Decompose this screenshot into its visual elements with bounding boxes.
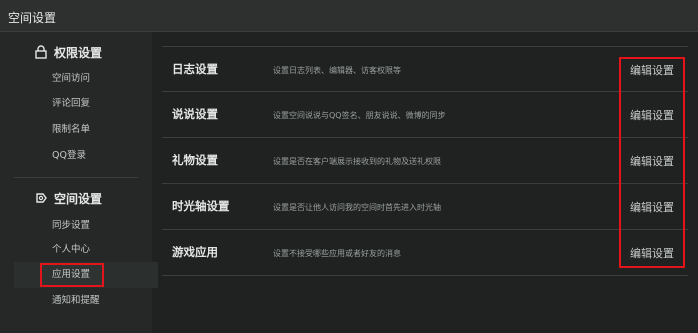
sidebar-item-space-access[interactable]: 空间访问 — [42, 69, 100, 89]
edit-settings-link[interactable]: 编辑设置 — [630, 107, 674, 123]
edit-settings-link[interactable]: 编辑设置 — [630, 153, 674, 169]
sidebar-item-restriction-list[interactable]: 限制名单 — [42, 120, 100, 140]
settings-row-shuoshuo: 说说设置 设置空间说说与QQ签名、朋友说说、微博的同步 编辑设置 — [162, 92, 688, 138]
row-description: 设置是否让他人访问我的空间时首先进入时光轴 — [273, 203, 441, 212]
lock-icon — [35, 45, 47, 59]
window-title: 空间设置 — [8, 11, 57, 25]
sidebar-item-qq-login[interactable]: QQ登录 — [42, 146, 96, 166]
sidebar-item-personal-center[interactable]: 个人中心 — [42, 240, 100, 260]
sidebar-divider — [14, 177, 138, 178]
row-title: 游戏应用 — [172, 245, 218, 259]
row-title: 日志设置 — [172, 62, 218, 76]
settings-list: 日志设置 设置日志列表、编辑器、访客权限等 编辑设置 说说设置 设置空间说说与Q… — [152, 32, 698, 333]
sidebar-item-sync-settings[interactable]: 同步设置 — [42, 216, 100, 236]
gear-icon — [36, 193, 47, 203]
edit-settings-link[interactable]: 编辑设置 — [630, 199, 674, 215]
sidebar-item-notifications[interactable]: 通知和提醒 — [42, 291, 110, 311]
row-description: 设置不接受哪些应用或者好友的消息 — [273, 249, 401, 258]
sidebar-item-comment-reply[interactable]: 评论回复 — [42, 94, 100, 114]
sidebar-group-title: 空间设置 — [54, 191, 103, 206]
settings-row-game-apps: 游戏应用 设置不接受哪些应用或者好友的消息 编辑设置 — [162, 230, 688, 276]
sidebar-group-space-settings: 空间设置 — [34, 188, 102, 208]
sidebar-group-permissions: 权限设置 — [34, 42, 102, 62]
row-title: 说说设置 — [172, 107, 218, 121]
sidebar: 权限设置 空间访问 评论回复 限制名单 QQ登录 空间设置 同步设置 个人中心 … — [0, 32, 158, 333]
row-title: 时光轴设置 — [172, 199, 230, 213]
sidebar-item-app-settings[interactable]: 应用设置 — [40, 263, 104, 287]
edit-settings-link[interactable]: 编辑设置 — [630, 62, 674, 78]
edit-settings-link[interactable]: 编辑设置 — [630, 245, 674, 261]
settings-row-gift: 礼物设置 设置是否在客户端展示接收到的礼物及送礼权限 编辑设置 — [162, 138, 688, 184]
row-description: 设置日志列表、编辑器、访客权限等 — [273, 66, 401, 75]
row-description: 设置是否在客户端展示接收到的礼物及送礼权限 — [273, 157, 441, 166]
settings-row-timeline: 时光轴设置 设置是否让他人访问我的空间时首先进入时光轴 编辑设置 — [162, 184, 688, 230]
row-description: 设置空间说说与QQ签名、朋友说说、微博的同步 — [273, 111, 446, 120]
title-bar: 空间设置 — [0, 0, 698, 32]
settings-row-diary: 日志设置 设置日志列表、编辑器、访客权限等 编辑设置 — [162, 46, 688, 92]
row-title: 礼物设置 — [172, 153, 218, 167]
sidebar-group-title: 权限设置 — [54, 45, 103, 60]
